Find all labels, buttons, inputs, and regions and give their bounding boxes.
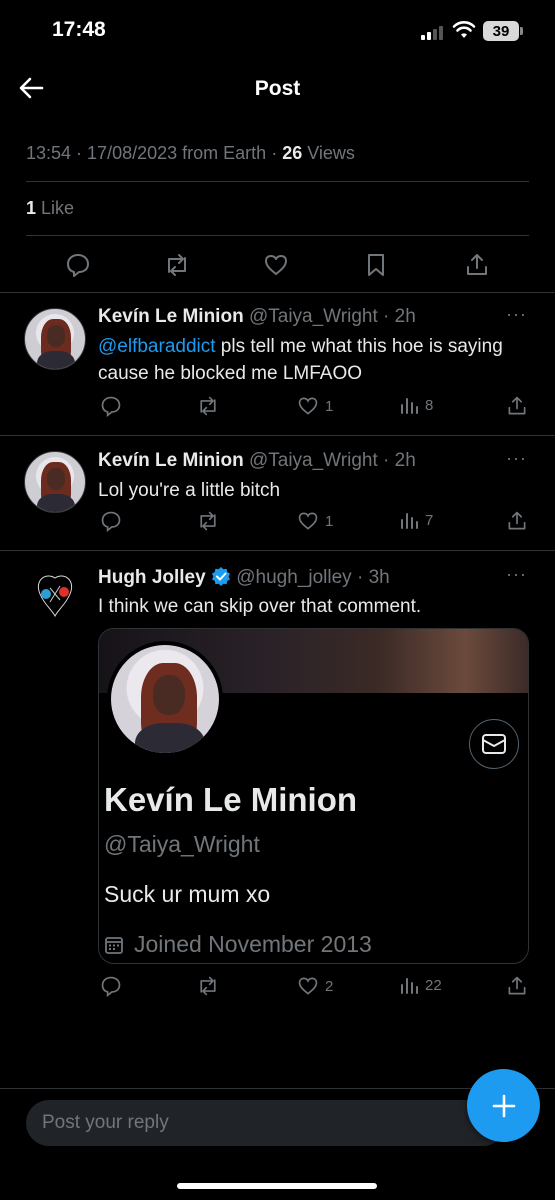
profile-bio: Suck ur mum xo	[104, 881, 271, 907]
share-icon[interactable]	[464, 252, 490, 278]
post-source: from Earth	[182, 143, 267, 163]
author-handle[interactable]: @hugh_jolley	[236, 567, 351, 588]
post-age: 2h	[394, 306, 416, 327]
views-icon[interactable]	[399, 975, 419, 995]
share-icon[interactable]	[506, 510, 528, 532]
profile-joined: Joined November 2013	[104, 931, 372, 958]
repost-icon[interactable]	[196, 510, 220, 532]
like-icon[interactable]	[297, 510, 319, 532]
reply-text: I think we can skip over that comment.	[98, 593, 518, 620]
author-name[interactable]: Hugh Jolley	[98, 567, 206, 588]
like-icon[interactable]	[297, 975, 319, 997]
divider	[0, 550, 555, 551]
more-options-icon[interactable]: ···	[506, 448, 527, 469]
avatar[interactable]	[24, 451, 86, 513]
status-time: 17:48	[52, 18, 106, 41]
battery-icon: 39	[483, 21, 519, 41]
views-icon[interactable]	[399, 510, 419, 530]
reply-header: Kevín Le Minion @Taiya_Wright · 2h	[98, 306, 416, 327]
reply-actions: 1 7	[0, 510, 555, 534]
reply-input[interactable]: Post your reply	[26, 1100, 506, 1146]
author-name[interactable]: Kevín Le Minion	[98, 306, 244, 327]
views-count: 26	[282, 143, 303, 163]
author-name[interactable]: Kevín Le Minion	[98, 450, 244, 471]
profile-card-screenshot[interactable]: Kevín Le Minion @Taiya_Wright Suck ur mu…	[98, 628, 529, 964]
reply-icon[interactable]	[100, 975, 122, 997]
avatar[interactable]	[24, 308, 86, 370]
battery-level: 39	[492, 22, 510, 40]
divider	[26, 181, 529, 182]
like-count: 1	[325, 512, 334, 530]
avatar[interactable]	[24, 564, 86, 626]
more-options-icon[interactable]: ···	[506, 304, 527, 325]
like-icon[interactable]	[263, 252, 289, 278]
views-icon[interactable]	[399, 395, 419, 415]
like-count: 1	[325, 397, 334, 415]
repost-icon[interactable]	[163, 252, 191, 278]
message-button	[469, 719, 519, 769]
post-meta: 13:54 · 17/08/2023 from Earth · 26 Views	[26, 143, 355, 163]
like-count: 2	[325, 977, 334, 995]
profile-avatar	[107, 641, 223, 757]
reply-icon[interactable]	[100, 510, 122, 532]
repost-icon[interactable]	[196, 395, 220, 417]
reply-actions: 2 22	[0, 975, 555, 999]
wifi-icon	[452, 21, 476, 38]
reply-text: Lol you're a little bitch	[98, 477, 518, 504]
plus-icon	[492, 1094, 515, 1117]
post-date: 17/08/2023	[87, 143, 178, 163]
reply-header: Kevín Le Minion @Taiya_Wright · 2h	[98, 450, 416, 471]
signal-icon	[421, 24, 443, 40]
bookmark-icon[interactable]	[364, 252, 388, 278]
battery-nub	[520, 27, 523, 35]
mention-link[interactable]: @elfbaraddict	[98, 336, 216, 357]
like-icon[interactable]	[297, 395, 319, 417]
likes-summary[interactable]: 1 Like	[26, 198, 74, 219]
verified-badge-icon	[211, 567, 230, 586]
divider	[0, 435, 555, 436]
reply-icon[interactable]	[65, 252, 91, 278]
views-count: 8	[425, 396, 434, 414]
views-label: Views	[307, 143, 355, 163]
share-icon[interactable]	[506, 975, 528, 997]
divider	[0, 292, 555, 293]
more-options-icon[interactable]: ···	[506, 564, 527, 585]
post-age: 3h	[368, 567, 390, 588]
profile-handle: @Taiya_Wright	[104, 831, 260, 857]
reply-text: @elfbaraddict pls tell me what this hoe …	[98, 333, 518, 387]
page-title: Post	[254, 77, 301, 100]
joined-date: Joined November 2013	[134, 931, 372, 957]
reply-body: Lol you're a little bitch	[98, 480, 281, 501]
compose-button[interactable]	[467, 1069, 540, 1142]
likes-label: Like	[41, 198, 75, 218]
reply-header: Hugh Jolley @hugh_jolley · 3h	[98, 567, 390, 588]
views-count: 7	[425, 511, 434, 529]
post-age: 2h	[394, 450, 416, 471]
views-count: 22	[425, 976, 442, 994]
envelope-icon	[482, 734, 506, 754]
reply-body: I think we can skip over that comment.	[98, 596, 422, 617]
divider	[26, 235, 529, 236]
repost-icon[interactable]	[196, 975, 220, 997]
calendar-icon	[105, 936, 123, 954]
home-indicator[interactable]	[177, 1183, 377, 1189]
reply-actions: 1 8	[0, 395, 555, 419]
post-time: 13:54	[26, 143, 72, 163]
likes-count: 1	[26, 198, 37, 218]
author-handle[interactable]: @Taiya_Wright	[249, 306, 378, 327]
author-handle[interactable]: @Taiya_Wright	[249, 450, 378, 471]
reply-icon[interactable]	[100, 395, 122, 417]
profile-name: Kevín Le Minion	[104, 781, 358, 818]
share-icon[interactable]	[506, 395, 528, 417]
